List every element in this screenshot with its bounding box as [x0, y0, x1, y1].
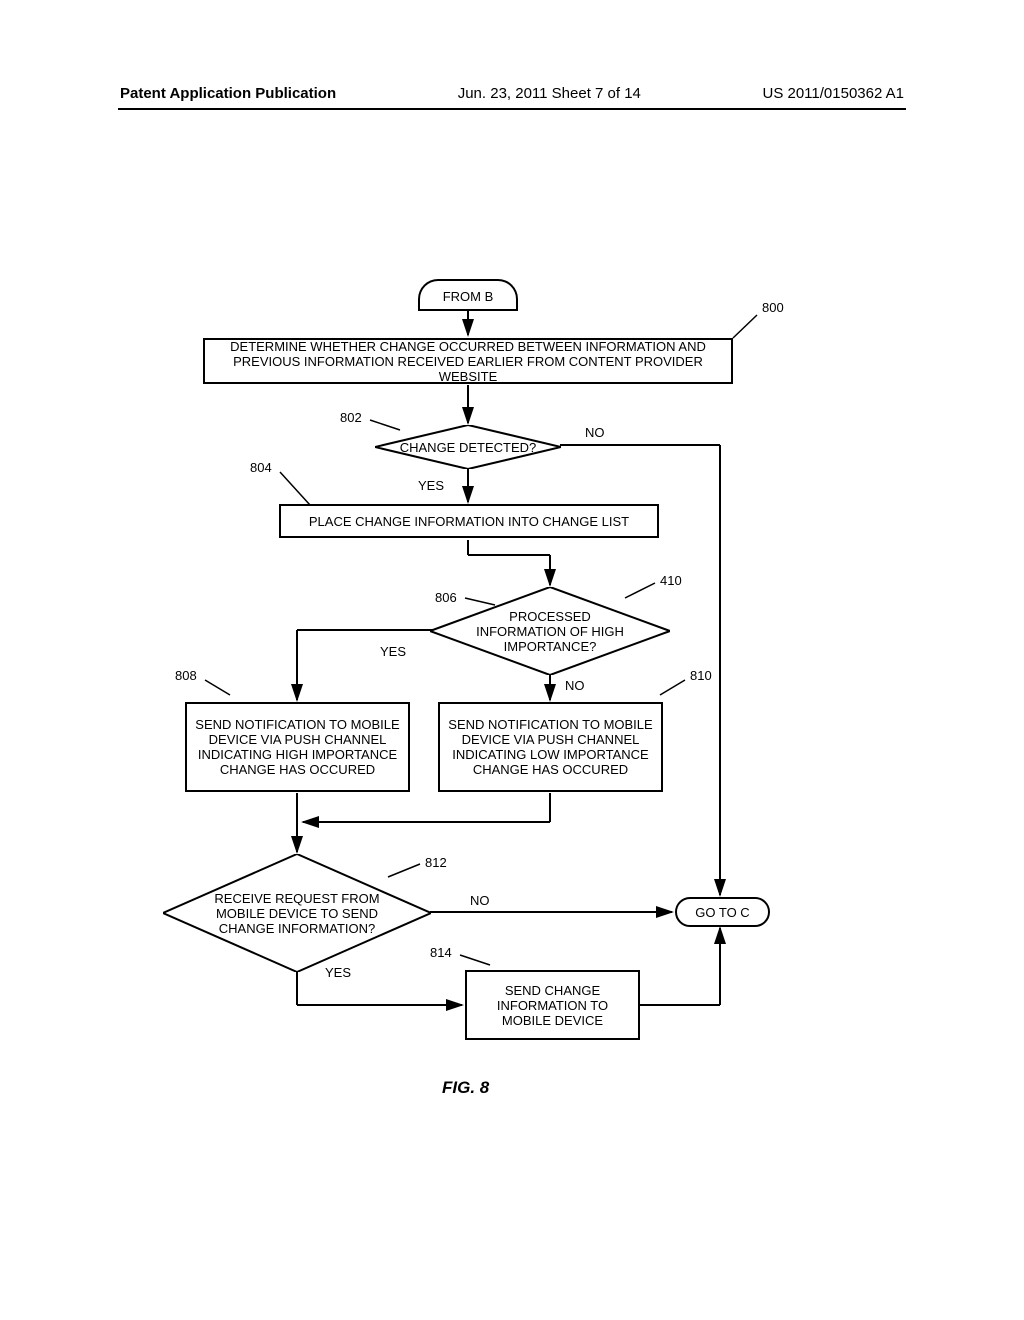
- terminal-from-b: FROM B: [418, 279, 518, 311]
- process-notify-low-text: SEND NOTIFICATION TO MOBILE DEVICE VIA P…: [448, 717, 653, 777]
- ref-800: 800: [762, 300, 784, 315]
- terminal-goto-c-label: GO TO C: [695, 905, 749, 920]
- ref-410: 410: [660, 573, 682, 588]
- process-place-change-list: PLACE CHANGE INFORMATION INTO CHANGE LIS…: [279, 504, 659, 538]
- process-notify-high: SEND NOTIFICATION TO MOBILE DEVICE VIA P…: [185, 702, 410, 792]
- ref-814: 814: [430, 945, 452, 960]
- label-d812-no: NO: [470, 893, 490, 908]
- process-notify-high-text: SEND NOTIFICATION TO MOBILE DEVICE VIA P…: [195, 717, 400, 777]
- label-d806-no: NO: [565, 678, 585, 693]
- terminal-from-b-label: FROM B: [443, 289, 494, 304]
- ref-806: 806: [435, 590, 457, 605]
- process-notify-low: SEND NOTIFICATION TO MOBILE DEVICE VIA P…: [438, 702, 663, 792]
- process-determine-change: DETERMINE WHETHER CHANGE OCCURRED BETWEE…: [203, 338, 733, 384]
- process-determine-change-text: DETERMINE WHETHER CHANGE OCCURRED BETWEE…: [213, 339, 723, 384]
- terminal-goto-c: GO TO C: [675, 897, 770, 927]
- decision-high-importance-shape: [430, 587, 670, 675]
- ref-810: 810: [690, 668, 712, 683]
- decision-change-detected-shape: [375, 425, 561, 469]
- ref-808: 808: [175, 668, 197, 683]
- ref-804: 804: [250, 460, 272, 475]
- process-send-change-info-text: SEND CHANGE INFORMATION TO MOBILE DEVICE: [475, 983, 630, 1028]
- label-d802-no: NO: [585, 425, 605, 440]
- label-d806-yes: YES: [380, 644, 406, 659]
- terminal-from-b-baseline: [418, 309, 518, 311]
- flowchart-canvas: FROM B DETERMINE WHETHER CHANGE OCCURRED…: [0, 0, 1024, 1320]
- figure-caption: FIG. 8: [442, 1078, 489, 1098]
- process-place-change-list-text: PLACE CHANGE INFORMATION INTO CHANGE LIS…: [309, 514, 629, 529]
- ref-802: 802: [340, 410, 362, 425]
- label-d812-yes: YES: [325, 965, 351, 980]
- label-d802-yes: YES: [418, 478, 444, 493]
- process-send-change-info: SEND CHANGE INFORMATION TO MOBILE DEVICE: [465, 970, 640, 1040]
- ref-812: 812: [425, 855, 447, 870]
- decision-receive-request-shape: [163, 854, 431, 972]
